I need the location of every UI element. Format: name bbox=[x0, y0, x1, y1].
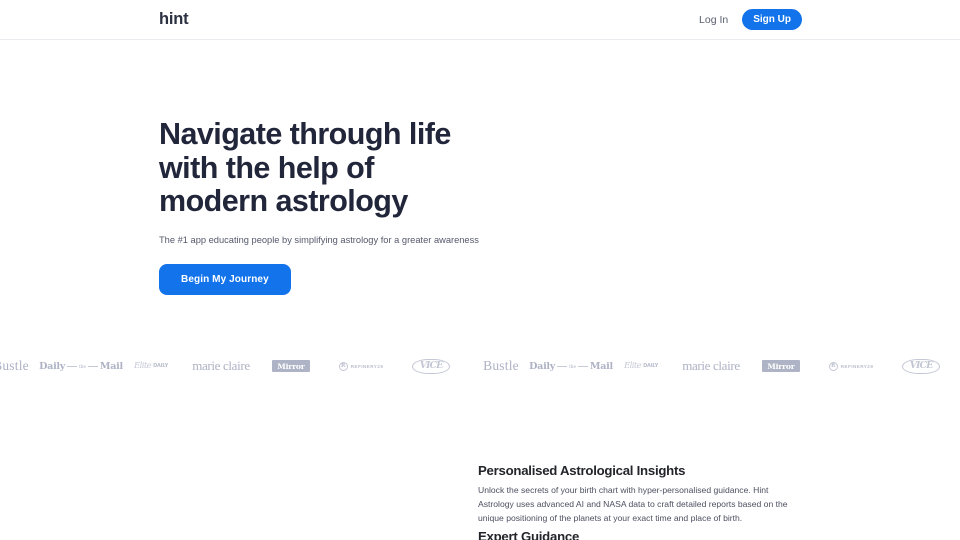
site-header: hint Log In Sign Up bbox=[0, 0, 960, 40]
begin-my-journey-button[interactable]: Begin My Journey bbox=[159, 264, 291, 296]
signup-button[interactable]: Sign Up bbox=[742, 8, 802, 31]
press-logo-marieclaire: marie claire bbox=[682, 358, 740, 374]
press-logo-mirror: Mirror bbox=[256, 360, 326, 373]
login-link[interactable]: Log In bbox=[695, 11, 732, 29]
press-logo-refinery: R REFINERY29 bbox=[816, 361, 886, 371]
press-logo-elite: Elite DAILY bbox=[133, 361, 168, 372]
press-logo-mirror: Mirror bbox=[746, 360, 816, 373]
content-heading: Personalised Astrological Insights bbox=[478, 463, 686, 479]
press-logo-bustle: Bustle bbox=[483, 358, 519, 374]
hero-title: Navigate through life with the help of m… bbox=[159, 117, 451, 219]
press-logo-track: Bustle DailytheMail EliteDAILY marie claire… bbox=[0, 358, 960, 374]
press-logo-bustle: Bustle bbox=[956, 358, 960, 374]
content-heading: Expert Guidance bbox=[478, 528, 580, 540]
content-block: Expert Guidance Connect with our team of… bbox=[478, 527, 800, 540]
content-block: Personalised Astrological Insights Unloc… bbox=[478, 461, 800, 526]
press-logo-marquee: Bustle DailytheMail EliteDAILY marie claire… bbox=[0, 349, 960, 383]
press-logo-refinery: R REFINERY29 bbox=[326, 361, 396, 371]
content-body: Unlock the secrets of your birth chart w… bbox=[478, 484, 788, 523]
hero-section: Navigate through life with the help of m… bbox=[0, 40, 700, 296]
press-logo-elite: Elite DAILY bbox=[623, 361, 658, 372]
press-logo-vice: VICE bbox=[886, 358, 956, 374]
press-logo-vice: VICE bbox=[396, 358, 466, 374]
press-logo-marieclaire: marie claire bbox=[192, 358, 250, 374]
hero-subtitle: The #1 app educating people by simplifyi… bbox=[159, 234, 479, 245]
header-actions: Log In Sign Up bbox=[695, 8, 802, 31]
brand-logo[interactable]: hint bbox=[159, 11, 189, 28]
press-logo-dailymail: Daily the Mail bbox=[39, 360, 123, 372]
press-logo-dailymail: Daily the Mail bbox=[529, 360, 613, 372]
content-section: Personalised Astrological Insights Unloc… bbox=[0, 461, 960, 540]
